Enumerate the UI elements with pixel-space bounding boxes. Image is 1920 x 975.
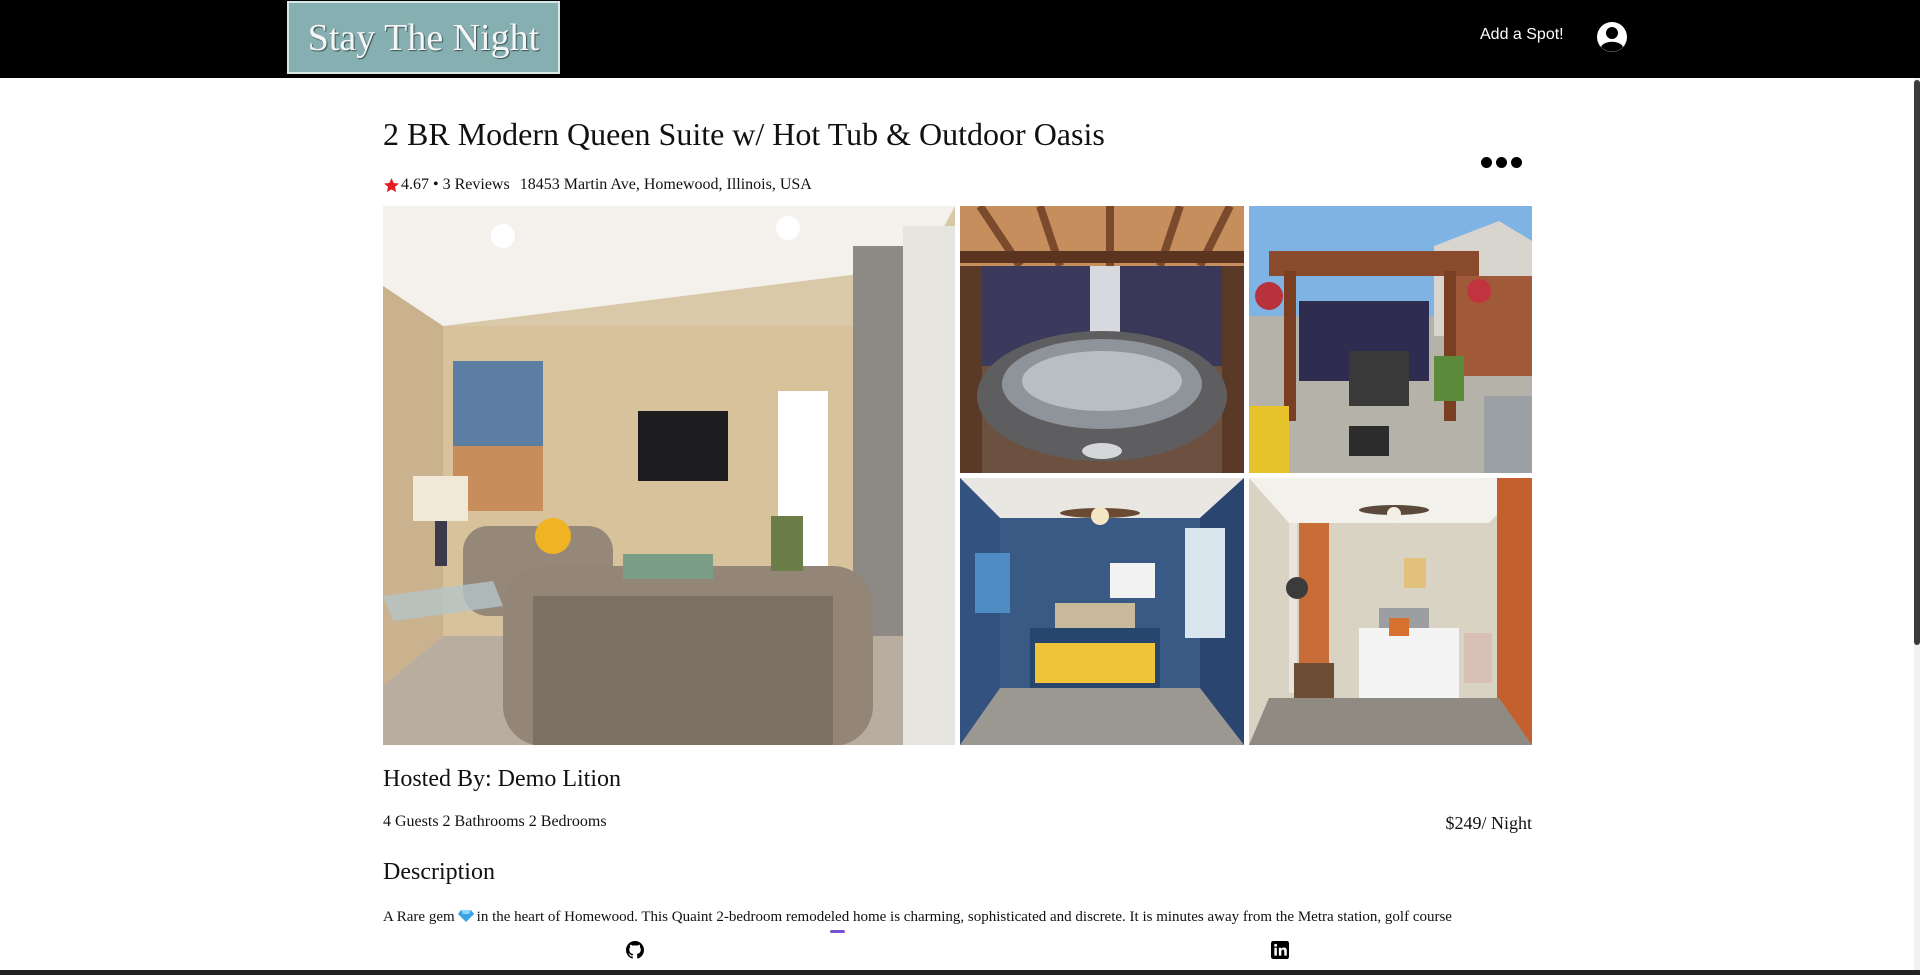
dot-icon	[1481, 156, 1492, 168]
user-circle-icon[interactable]	[1596, 21, 1628, 53]
add-spot-link[interactable]: Add a Spot!	[1480, 26, 1564, 44]
living-room-photo[interactable]	[383, 206, 955, 745]
gem-icon	[457, 910, 474, 922]
listing-title: 2 BR Modern Queen Suite w/ Hot Tub & Out…	[383, 116, 1105, 152]
white-bedroom-photo[interactable]	[1249, 478, 1532, 745]
scrollbar-thumb[interactable]	[1914, 80, 1920, 645]
top-nav-bar: Stay The Night Add a Spot!	[0, 0, 1920, 78]
description-pre: A Rare gem	[383, 909, 455, 925]
more-options-button[interactable]	[1481, 153, 1525, 171]
hot-tub-photo[interactable]	[960, 206, 1244, 473]
blue-bedroom-photo[interactable]	[960, 478, 1244, 745]
listing-price: $249/ Night	[1445, 813, 1532, 833]
description-post: in the heart of Homewood. This Quaint 2-…	[476, 909, 1452, 925]
star-icon	[384, 177, 399, 192]
listing-specs: 4 Guests 2 Bathrooms 2 Bedrooms	[383, 813, 607, 830]
listing-address: 18453 Martin Ave, Homewood, Illinois, US…	[519, 176, 812, 193]
pergola-photo[interactable]	[1249, 206, 1532, 473]
linkedin-icon[interactable]	[1271, 941, 1289, 959]
site-logo[interactable]: Stay The Night	[287, 1, 560, 74]
photo-gallery	[383, 206, 1532, 745]
github-icon[interactable]	[626, 941, 644, 959]
dot-icon	[1496, 156, 1507, 168]
description-heading: Description	[383, 859, 495, 885]
description-text: A Rare gem in the heart of Homewood. This…	[383, 909, 1533, 926]
meta-separator: •	[433, 176, 439, 193]
scroll-indicator	[830, 930, 845, 933]
host-name: Hosted By: Demo Lition	[383, 766, 621, 792]
dot-icon	[1511, 156, 1522, 168]
reviews-count[interactable]: 3 Reviews	[443, 176, 510, 194]
footer-bar	[0, 970, 1920, 975]
listing-meta: 4.67 • 3 Reviews 18453 Martin Ave, Homew…	[383, 176, 812, 194]
rating-value: 4.67	[401, 176, 429, 193]
